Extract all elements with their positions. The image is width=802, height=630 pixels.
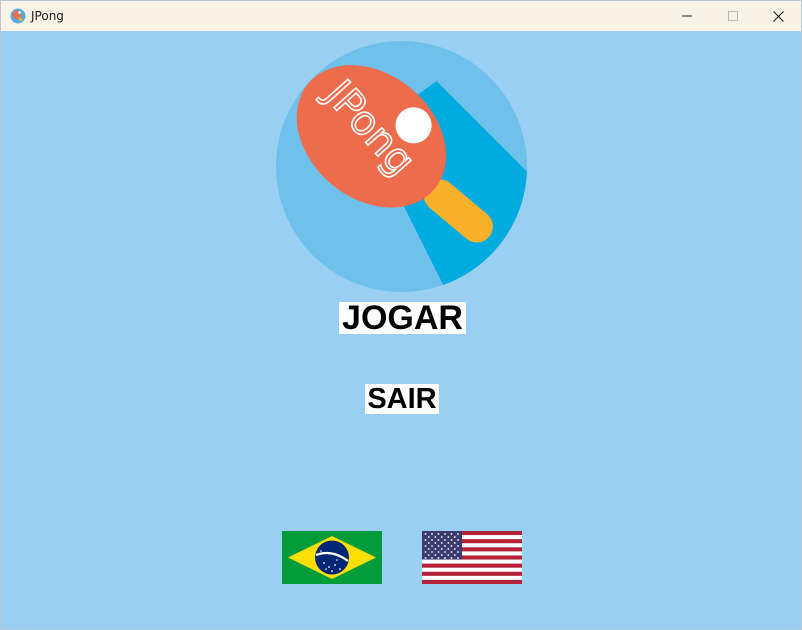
app-window: JPong JPong JOGAR SAIR <box>0 0 802 630</box>
title-bar[interactable]: JPong <box>1 1 801 31</box>
maximize-button[interactable] <box>710 1 756 31</box>
ping-pong-paddle-logo: JPong <box>276 41 527 292</box>
play-button[interactable]: JOGAR <box>339 301 466 335</box>
minimize-icon <box>682 15 692 17</box>
exit-button[interactable]: SAIR <box>365 384 439 414</box>
usa-flag-icon[interactable] <box>422 531 522 584</box>
close-button[interactable] <box>755 1 801 31</box>
brazil-flag-icon[interactable] <box>282 531 382 584</box>
maximize-icon <box>728 11 738 21</box>
window-title: JPong <box>31 9 64 23</box>
ping-pong-paddle-icon <box>10 8 26 24</box>
close-icon <box>772 10 784 22</box>
main-menu: JPong JOGAR SAIR <box>1 31 801 629</box>
minimize-button[interactable] <box>664 1 710 31</box>
